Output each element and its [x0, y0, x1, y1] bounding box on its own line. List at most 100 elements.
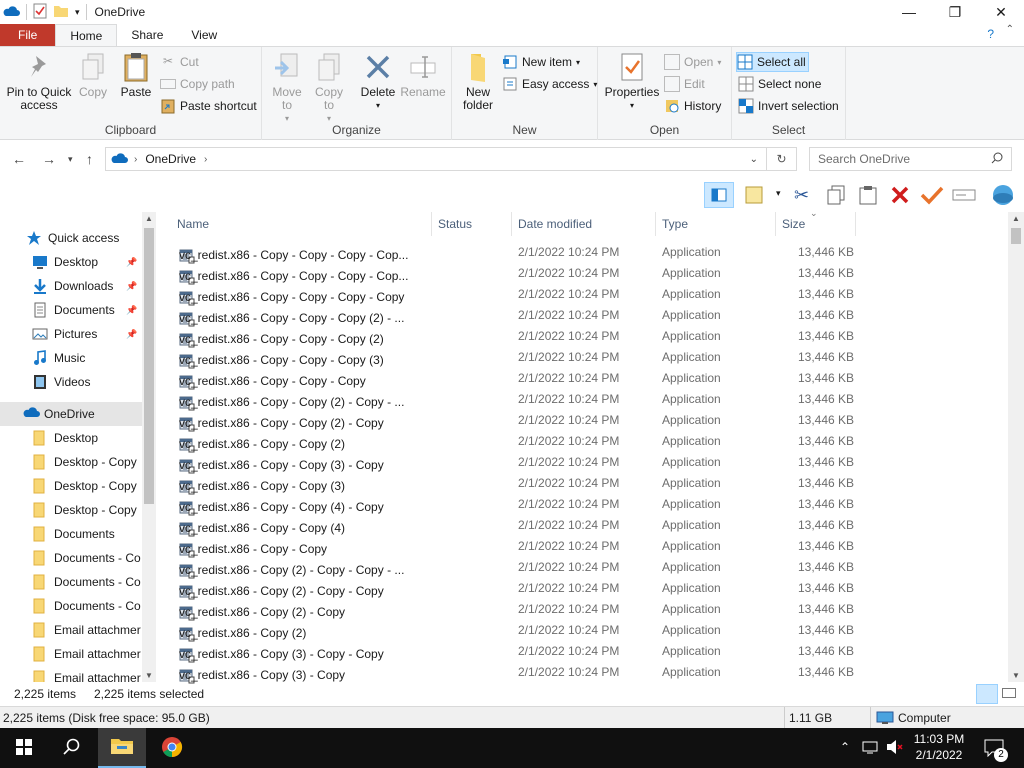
table-row[interactable]: vc_redist.x86 - Copy (3) - Copy - Copy 2/…: [177, 641, 854, 663]
details-view-icon[interactable]: [976, 684, 998, 704]
content-scrollbar[interactable]: ▲ ▼: [1008, 212, 1024, 682]
show-hidden-icons-icon[interactable]: ⌃: [840, 740, 850, 754]
nav-onedrive-folder[interactable]: Desktop - Copy: [0, 474, 142, 498]
paste-shortcut-button[interactable]: Paste shortcut: [160, 96, 257, 116]
globe-icon[interactable]: [990, 183, 1016, 210]
address-dropdown-icon[interactable]: ⌄: [750, 154, 758, 165]
nav-onedrive-folder[interactable]: Desktop: [0, 426, 142, 450]
minimize-button[interactable]: —: [886, 0, 932, 24]
paste-toolbar-icon[interactable]: [858, 185, 878, 208]
table-row[interactable]: vc_redist.x86 - Copy - Copy - Copy (3) 2/…: [177, 347, 854, 369]
column-size[interactable]: Size: [782, 212, 805, 236]
chrome-taskbar-button[interactable]: [148, 728, 196, 768]
paste-button[interactable]: Paste: [116, 51, 156, 99]
nav-item-music[interactable]: Music: [0, 346, 142, 370]
new-item-button[interactable]: New item ▾: [502, 52, 580, 72]
delete-toolbar-icon[interactable]: [890, 185, 910, 208]
recent-locations-icon[interactable]: ▾: [68, 154, 73, 165]
nav-onedrive-folder[interactable]: Email attachmer: [0, 642, 142, 666]
table-row[interactable]: vc_redist.x86 - Copy (3) - Copy 2/1/2022 …: [177, 662, 854, 684]
table-row[interactable]: vc_redist.x86 - Copy - Copy (3) - Copy 2/…: [177, 452, 854, 474]
copy-button[interactable]: Copy: [76, 51, 110, 99]
copy-to-button[interactable]: Copy to ▾: [312, 51, 346, 125]
notes-icon[interactable]: [744, 185, 766, 208]
rename-button[interactable]: Rename: [400, 51, 446, 99]
properties-button[interactable]: Properties ▾: [602, 51, 662, 112]
collapse-ribbon-icon[interactable]: ⌃: [1006, 24, 1014, 35]
move-to-button[interactable]: Move to ▾: [268, 51, 306, 125]
nav-onedrive-folder[interactable]: Documents: [0, 522, 142, 546]
nav-scrollbar[interactable]: ▲ ▼: [142, 212, 156, 682]
table-row[interactable]: vc_redist.x86 - Copy (2) - Copy 2/1/2022 …: [177, 599, 854, 621]
nav-item-videos[interactable]: Videos: [0, 370, 142, 394]
table-row[interactable]: vc_redist.x86 - Copy - Copy (2) 2/1/2022 …: [177, 431, 854, 453]
rename-toolbar-icon[interactable]: [952, 187, 976, 206]
checkmark-toolbar-icon[interactable]: [920, 185, 944, 208]
new-folder-button[interactable]: New folder: [460, 51, 496, 112]
start-button[interactable]: [0, 728, 48, 768]
network-icon[interactable]: [862, 739, 878, 758]
search-input[interactable]: Search OneDrive: [809, 147, 1012, 171]
copy-toolbar-icon[interactable]: [826, 185, 846, 208]
nav-item-documents[interactable]: Documents 📌: [0, 298, 142, 322]
cut-button[interactable]: ✂ Cut: [160, 52, 199, 72]
volume-muted-icon[interactable]: [886, 739, 904, 758]
edit-button[interactable]: Edit: [664, 74, 705, 94]
breadcrumb-onedrive[interactable]: OneDrive: [145, 152, 196, 166]
tab-home[interactable]: Home: [55, 24, 118, 46]
properties-qat-icon[interactable]: [33, 3, 47, 22]
nav-onedrive-folder[interactable]: Documents - Co: [0, 570, 142, 594]
select-none-button[interactable]: Select none: [738, 74, 821, 94]
preview-pane-icon[interactable]: [704, 182, 734, 208]
nav-onedrive-folder[interactable]: Documents - Co: [0, 594, 142, 618]
table-row[interactable]: vc_redist.x86 - Copy (2) - Copy - Copy 2/…: [177, 578, 854, 600]
table-row[interactable]: vc_redist.x86 - Copy - Copy - Copy (2) -…: [177, 305, 854, 327]
table-row[interactable]: vc_redist.x86 - Copy - Copy (3) 2/1/2022 …: [177, 473, 854, 495]
help-icon[interactable]: ?: [987, 27, 994, 41]
nav-onedrive-folder[interactable]: Desktop - Copy: [0, 498, 142, 522]
nav-item-pictures[interactable]: Pictures 📌: [0, 322, 142, 346]
table-row[interactable]: vc_redist.x86 - Copy (2) 2/1/2022 10:24 P…: [177, 620, 854, 642]
table-row[interactable]: vc_redist.x86 - Copy - Copy (4) - Copy 2/…: [177, 494, 854, 516]
tab-share[interactable]: Share: [117, 24, 177, 46]
table-row[interactable]: vc_redist.x86 - Copy - Copy - Copy 2/1/20…: [177, 368, 854, 390]
toolbar-dropdown-icon[interactable]: ▾: [776, 188, 781, 199]
history-button[interactable]: History: [664, 96, 721, 116]
tab-file[interactable]: File: [0, 24, 56, 46]
table-row[interactable]: vc_redist.x86 - Copy - Copy - Copy (2) 2/…: [177, 326, 854, 348]
maximize-button[interactable]: ❐: [932, 0, 978, 24]
nav-quick-access[interactable]: Quick access: [0, 226, 142, 250]
nav-onedrive-folder[interactable]: Email attachmer: [0, 618, 142, 642]
close-button[interactable]: ✕: [978, 0, 1024, 24]
refresh-icon[interactable]: ↻: [766, 148, 796, 170]
qat-dropdown-icon[interactable]: ▾: [75, 7, 80, 18]
action-center-button[interactable]: 2: [980, 728, 1012, 768]
cut-toolbar-icon[interactable]: ✂: [794, 185, 809, 206]
easy-access-button[interactable]: Easy access ▾: [502, 74, 597, 94]
column-status[interactable]: Status: [438, 212, 472, 236]
pin-quick-access-button[interactable]: Pin to Quick access: [4, 51, 74, 112]
delete-button[interactable]: Delete ▾: [358, 51, 398, 112]
clock[interactable]: 11:03 PM 2/1/2022: [908, 728, 970, 768]
nav-onedrive-folder[interactable]: Email attachmer: [0, 666, 142, 682]
select-all-button[interactable]: Select all: [736, 52, 809, 72]
open-button[interactable]: Open ▾: [664, 52, 721, 72]
column-name[interactable]: Name: [177, 212, 209, 236]
address-bar[interactable]: › OneDrive › ⌄ ↻: [105, 147, 797, 171]
table-row[interactable]: vc_redist.x86 - Copy - Copy - Copy - Cop…: [177, 263, 854, 285]
new-folder-qat-icon[interactable]: [53, 4, 69, 21]
invert-selection-button[interactable]: Invert selection: [738, 96, 839, 116]
table-row[interactable]: vc_redist.x86 - Copy - Copy - Copy - Cop…: [177, 284, 854, 306]
table-row[interactable]: vc_redist.x86 - Copy - Copy (2) - Copy -…: [177, 389, 854, 411]
copy-path-button[interactable]: Copy path: [160, 74, 235, 94]
nav-item-downloads[interactable]: Downloads 📌: [0, 274, 142, 298]
column-type[interactable]: Type: [662, 212, 688, 236]
nav-onedrive[interactable]: OneDrive: [0, 402, 142, 426]
search-taskbar-button[interactable]: [48, 728, 96, 768]
table-row[interactable]: vc_redist.x86 - Copy - Copy (2) - Copy 2/…: [177, 410, 854, 432]
table-row[interactable]: vc_redist.x86 - Copy - Copy - Copy - Cop…: [177, 242, 854, 264]
file-explorer-taskbar-button[interactable]: [98, 728, 146, 768]
back-button[interactable]: ←: [12, 151, 26, 167]
up-button[interactable]: ↑: [86, 151, 93, 167]
forward-button[interactable]: →: [42, 151, 56, 167]
